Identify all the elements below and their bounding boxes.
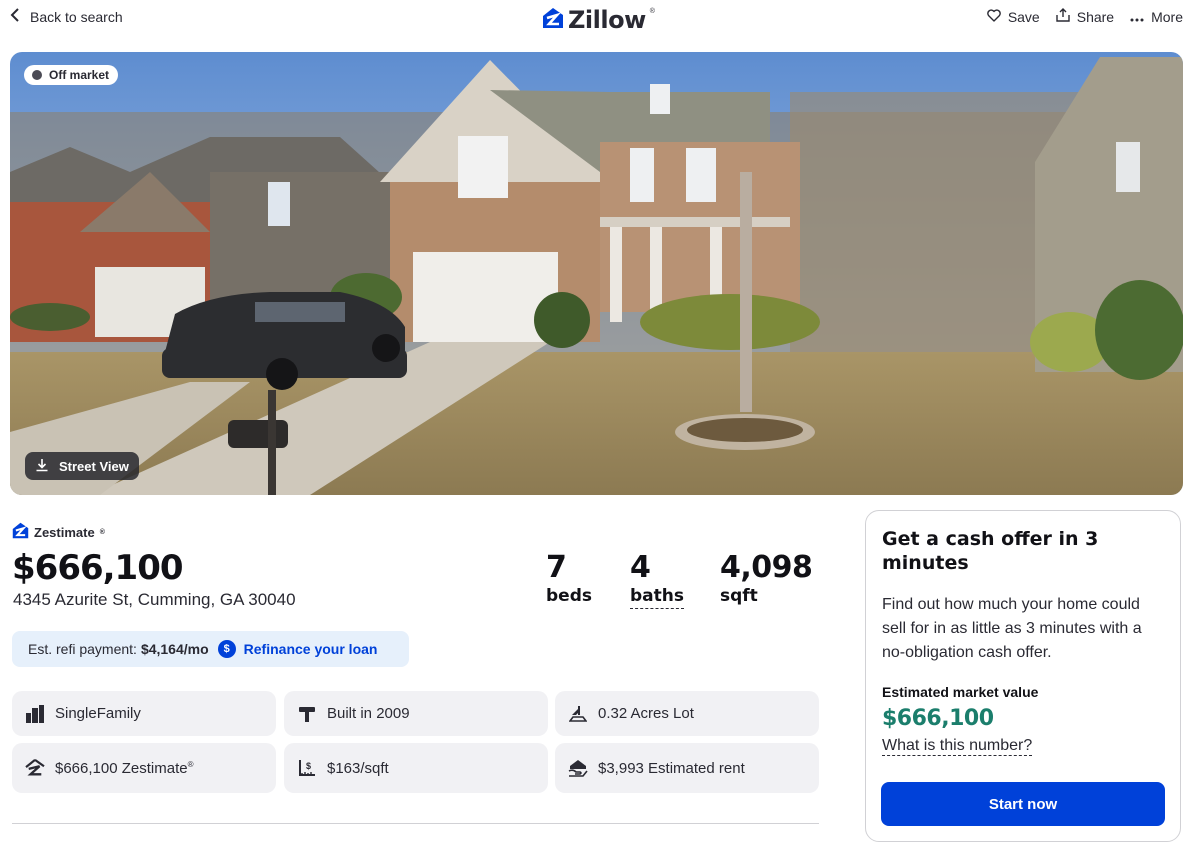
refinance-link[interactable]: $ Refinance your loan — [217, 640, 378, 658]
cash-offer-card: Get a cash offer in 3 minutes Find out h… — [865, 510, 1181, 842]
refi-banner: Est. refi payment: $4,164/mo $ Refinance… — [12, 631, 409, 667]
zillow-logo[interactable]: Zillow ® — [542, 6, 655, 34]
status-dot-icon — [32, 70, 42, 80]
zestimate-logo-icon — [12, 522, 29, 542]
zestimate-label: Zestimate ® — [12, 522, 105, 542]
baths-stat: 4 baths — [630, 550, 684, 609]
what-is-this-number-link[interactable]: What is this number? — [882, 737, 1033, 756]
off-market-label: Off market — [49, 68, 110, 82]
save-label: Save — [1007, 8, 1040, 25]
baths-label[interactable]: baths — [630, 586, 684, 609]
section-divider — [12, 823, 819, 824]
fact-home-type: SingleFamily — [12, 691, 276, 736]
zillow-logo-icon — [542, 7, 564, 34]
share-icon — [1056, 8, 1070, 25]
fact-zestimate-mark: ® — [187, 759, 194, 769]
sqft-value: 4,098 — [720, 550, 813, 585]
building-icon — [25, 704, 45, 724]
fact-lot-size: 0.32 Acres Lot — [555, 691, 819, 736]
sqft-label: sqft — [720, 586, 758, 606]
lot-icon — [568, 704, 588, 724]
header-actions: Save Share More — [987, 8, 1183, 25]
back-to-search-link[interactable]: Back to search — [10, 8, 123, 25]
sqft-stat: 4,098 sqft — [720, 550, 813, 606]
cash-offer-title: Get a cash offer in 3 minutes — [882, 528, 1099, 574]
download-icon — [35, 458, 49, 475]
fact-lot-size-text: 0.32 Acres Lot — [598, 705, 694, 722]
off-market-badge: Off market — [24, 65, 119, 85]
refi-label: Est. refi payment: — [28, 641, 137, 657]
refi-amount: $4,164/mo — [140, 641, 209, 657]
fact-estimated-rent-text: $3,993 Estimated rent — [598, 759, 745, 777]
fact-price-per-sqft: $ $163/sqft — [284, 743, 548, 793]
price-sqft-icon: $ — [297, 758, 317, 778]
zestimate-price: $666,100 — [12, 548, 184, 588]
start-now-button[interactable]: Start now — [881, 782, 1165, 826]
property-address: 4345 Azurite St, Cumming, GA 30040 — [13, 590, 296, 609]
fact-home-type-text: SingleFamily — [55, 705, 141, 722]
back-label: Back to search — [30, 8, 123, 25]
zestimate-label-text: Zestimate — [34, 524, 95, 540]
street-view-label: Street View — [59, 458, 129, 474]
property-photo[interactable] — [10, 52, 1183, 495]
logo-text: Zillow — [568, 6, 646, 34]
beds-stat: 7 beds — [546, 550, 592, 606]
fact-zestimate-value: $666,100 Zestimate — [55, 759, 188, 777]
hammer-icon — [297, 704, 317, 724]
share-button[interactable]: Share — [1056, 8, 1114, 25]
more-label: More — [1151, 8, 1183, 25]
fact-zestimate-text: $666,100 Zestimate® — [55, 760, 194, 777]
save-button[interactable]: Save — [987, 8, 1040, 25]
fact-estimated-rent: $3,993 Estimated rent — [555, 743, 819, 793]
dollar-icon: $ — [217, 640, 236, 658]
baths-value: 4 — [630, 550, 651, 585]
beds-value: 7 — [546, 550, 567, 585]
zestimate-icon — [25, 758, 45, 778]
fact-price-per-sqft-text: $163/sqft — [327, 759, 389, 777]
fact-year-built: Built in 2009 — [284, 691, 548, 736]
estimated-market-value-label: Estimated market value — [882, 684, 1039, 700]
share-label: Share — [1076, 8, 1115, 25]
fact-zestimate: $666,100 Zestimate® — [12, 743, 276, 793]
chevron-left-icon — [10, 8, 20, 25]
cash-offer-description: Find out how much your home could sell f… — [882, 596, 1142, 661]
more-button[interactable]: More — [1130, 8, 1183, 25]
street-view-button[interactable]: Street View — [25, 452, 139, 480]
heart-icon — [987, 8, 1001, 25]
fact-year-built-text: Built in 2009 — [327, 705, 410, 722]
refinance-link-label: Refinance your loan — [243, 641, 378, 657]
svg-text:$: $ — [306, 761, 311, 771]
zestimate-label-mark: ® — [99, 528, 105, 536]
top-bar: Back to search Zillow ® Save Share More — [0, 0, 1197, 36]
rent-icon — [568, 758, 588, 778]
more-dots-icon — [1130, 9, 1144, 25]
beds-label: beds — [546, 586, 592, 606]
estimated-market-value: $666,100 — [882, 706, 994, 731]
logo-registered-mark: ® — [649, 7, 655, 15]
